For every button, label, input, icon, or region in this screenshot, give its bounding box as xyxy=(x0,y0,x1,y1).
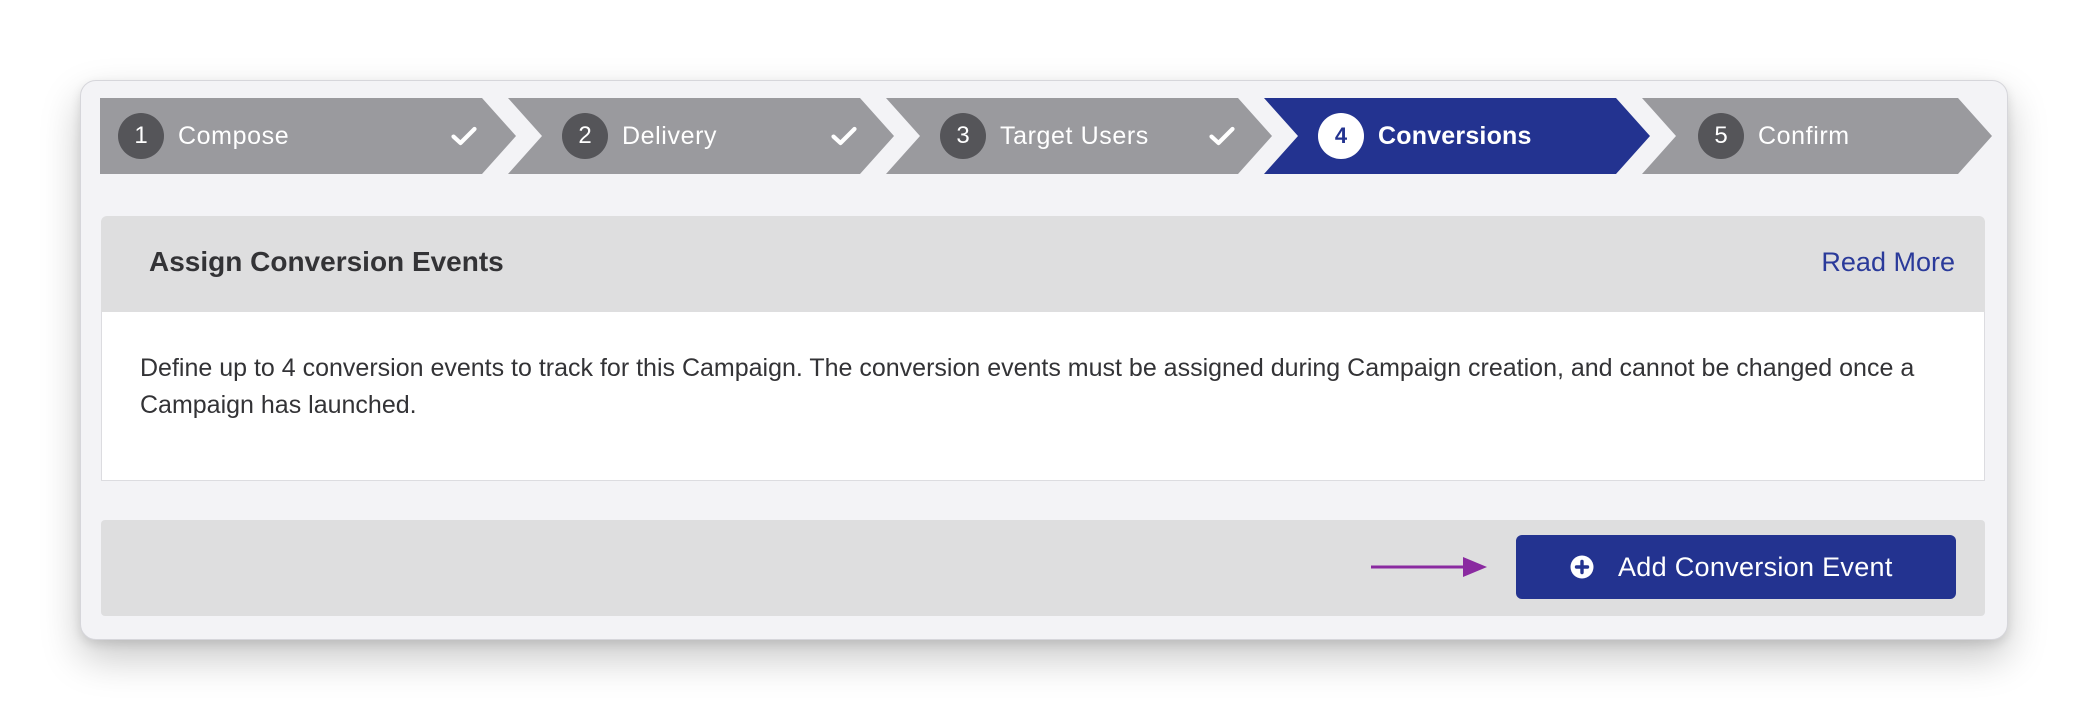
checkmark-icon xyxy=(1209,126,1235,146)
read-more-link[interactable]: Read More xyxy=(1821,247,1955,278)
step-conversions[interactable]: 4 Conversions xyxy=(1264,98,1650,174)
step-number: 1 xyxy=(118,113,164,159)
wizard-stepper: 1 Compose 2 Delivery 3 Target Users 4 Co… xyxy=(100,98,1992,174)
step-label: Delivery xyxy=(622,121,718,150)
panel-description: Define up to 4 conversion events to trac… xyxy=(140,354,1915,419)
arrow-right-icon xyxy=(1371,557,1487,577)
plus-circle-icon xyxy=(1570,555,1594,579)
add-conversion-event-button[interactable]: Add Conversion Event xyxy=(1516,535,1956,599)
step-label: Compose xyxy=(178,121,290,150)
panel-body: Define up to 4 conversion events to trac… xyxy=(101,312,1985,481)
step-label: Confirm xyxy=(1758,121,1850,150)
step-delivery[interactable]: 2 Delivery xyxy=(508,98,894,174)
checkmark-icon xyxy=(831,126,857,146)
step-number: 2 xyxy=(562,113,608,159)
step-number: 5 xyxy=(1698,113,1744,159)
step-target-users[interactable]: 3 Target Users xyxy=(886,98,1272,174)
step-label: Target Users xyxy=(1000,121,1149,150)
step-number: 3 xyxy=(940,113,986,159)
step-number: 4 xyxy=(1318,113,1364,159)
step-compose[interactable]: 1 Compose xyxy=(100,98,516,174)
panel-title: Assign Conversion Events xyxy=(149,246,504,277)
step-label: Conversions xyxy=(1378,121,1532,150)
step-confirm[interactable]: 5 Confirm xyxy=(1642,98,1992,174)
checkmark-icon xyxy=(451,126,477,146)
add-button-label: Add Conversion Event xyxy=(1618,551,1893,582)
panel-header: Assign Conversion Events Read More xyxy=(101,216,1985,312)
